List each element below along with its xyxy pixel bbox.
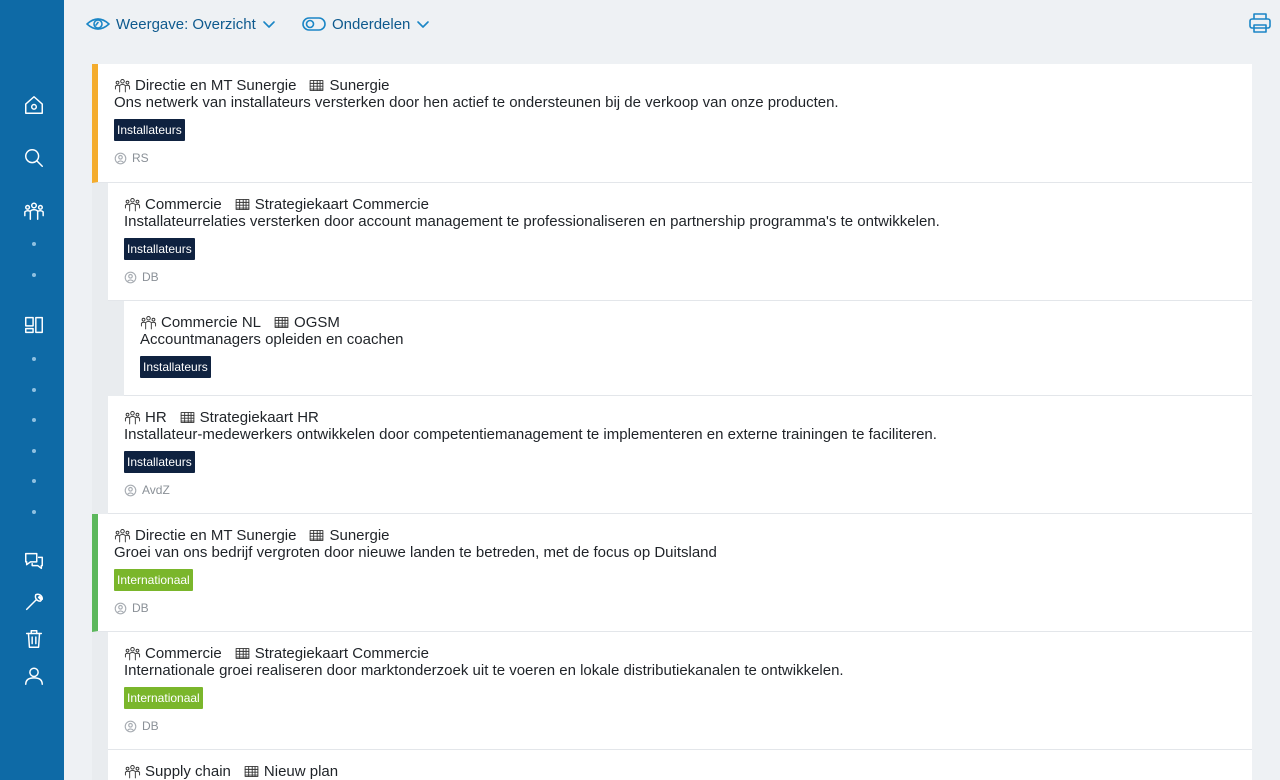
goal-owner: AvdZ	[124, 483, 937, 497]
goal-card[interactable]: Commercie NL OGSM Accountmanagers opleid…	[124, 301, 1252, 396]
sidebar-subitem-dot[interactable]	[32, 449, 36, 453]
home-icon[interactable]	[20, 91, 48, 119]
goal-team: HR	[145, 408, 167, 426]
goal-card[interactable]: Commercie Strategiekaart Commercie Insta…	[108, 183, 1252, 301]
goal-owner: DB	[124, 719, 844, 733]
eye-icon	[86, 18, 110, 30]
user-circle-icon	[114, 602, 127, 614]
goal-tag: Installateurs	[114, 119, 185, 141]
toggle-icon	[302, 17, 326, 31]
user-circle-icon	[124, 484, 137, 496]
goal-description: Installateurrelaties versterken door acc…	[124, 213, 940, 230]
goal-owner-initials: DB	[132, 601, 149, 615]
chat-icon[interactable]	[20, 547, 48, 575]
table-icon	[310, 529, 324, 541]
parts-selector-label: Onderdelen	[332, 15, 411, 33]
goal-description: Groei van ons bedrijf vergroten door nie…	[114, 544, 717, 561]
goal-plan: Sunergie	[329, 76, 390, 94]
sidebar-subitem-dot[interactable]	[32, 357, 36, 361]
goal-owner-initials: RS	[132, 151, 149, 165]
search-icon[interactable]	[20, 144, 48, 172]
sidebar-subitem-dot[interactable]	[32, 510, 36, 514]
goal-description: Installateur-medewerkers ontwikkelen doo…	[124, 426, 937, 443]
goal-tag: Installateurs	[140, 356, 211, 378]
user-icon[interactable]	[20, 662, 48, 690]
view-selector[interactable]: Weergave: Overzicht	[86, 12, 276, 36]
sidebar-subitem-dot[interactable]	[32, 479, 36, 483]
sidebar-subitem-dot[interactable]	[32, 273, 36, 277]
goal-owner-initials: AvdZ	[142, 483, 170, 497]
print-icon	[1249, 13, 1271, 33]
goal-owner-initials: DB	[142, 270, 159, 284]
wrench-icon[interactable]	[20, 588, 48, 616]
chevron-down-icon	[262, 21, 275, 28]
goal-tag: Internationaal	[124, 687, 203, 709]
goal-card[interactable]: Directie en MT Sunergie Sunergie Ons net…	[92, 64, 1252, 183]
goal-card[interactable]: Commercie Strategiekaart Commercie Inter…	[108, 632, 1252, 750]
table-icon	[235, 647, 250, 659]
sidebar-subitem-dot[interactable]	[32, 388, 36, 392]
goal-plan: Sunergie	[329, 526, 390, 544]
indent-strip	[108, 301, 124, 396]
goal-description: Ons netwerk van installateurs versterken…	[114, 94, 839, 111]
view-selector-label: Weergave: Overzicht	[116, 15, 256, 33]
goal-card[interactable]: Directie en MT Sunergie Sunergie Groei v…	[92, 514, 1252, 632]
sidebar	[0, 0, 64, 780]
team-icon	[124, 764, 141, 778]
table-icon	[235, 198, 250, 210]
indent-strip	[92, 182, 108, 514]
sidebar-subitem-dot[interactable]	[32, 418, 36, 422]
goal-plan: Nieuw plan	[263, 762, 339, 780]
goal-owner-initials: DB	[142, 719, 159, 733]
team-icon	[114, 78, 131, 92]
goal-owner: DB	[124, 270, 940, 284]
goal-team: Commercie	[145, 195, 222, 213]
indent-strip	[92, 632, 108, 780]
goal-owner: RS	[114, 151, 839, 165]
table-icon	[274, 316, 289, 328]
trash-icon[interactable]	[20, 625, 48, 653]
sidebar-subitem-dot[interactable]	[32, 242, 36, 246]
goal-tag: Internationaal	[114, 569, 193, 591]
user-circle-icon	[114, 152, 127, 164]
table-icon	[244, 765, 259, 777]
goal-list: Directie en MT Sunergie Sunergie Ons net…	[92, 64, 1252, 780]
goal-plan: OGSM	[294, 313, 340, 331]
goal-description: Internationale groei realiseren door mar…	[124, 662, 844, 679]
goal-description: Accountmanagers opleiden en coachen	[140, 331, 404, 348]
team-icon	[124, 410, 141, 424]
goal-plan: Strategiekaart Commercie	[254, 644, 429, 662]
chevron-down-icon	[417, 21, 430, 28]
user-circle-icon	[124, 271, 137, 283]
goal-plan: Strategiekaart HR	[199, 408, 319, 426]
table-icon	[310, 79, 324, 91]
goal-card[interactable]: Supply chain Nieuw plan	[108, 750, 1252, 780]
table-icon	[180, 411, 195, 423]
team-icon	[124, 197, 141, 211]
team-icon	[114, 528, 131, 542]
dashboard-icon[interactable]	[20, 311, 48, 339]
user-circle-icon	[124, 720, 137, 732]
goal-plan: Strategiekaart Commercie	[254, 195, 429, 213]
goal-team: Directie en MT Sunergie	[135, 526, 297, 544]
goal-team: Commercie NL	[161, 313, 262, 331]
goal-team: Supply chain	[145, 762, 231, 780]
toolbar: Weergave: Overzicht Onderdelen	[64, 0, 1280, 48]
print-button[interactable]	[1248, 11, 1274, 37]
goal-tag: Installateurs	[124, 451, 195, 473]
goal-team: Directie en MT Sunergie	[135, 76, 297, 94]
goal-tag: Installateurs	[124, 238, 195, 260]
team-icon	[124, 646, 141, 660]
team-icon	[140, 315, 157, 329]
goal-owner: DB	[114, 601, 717, 615]
goal-card[interactable]: HR Strategiekaart HR Installateur-medewe…	[108, 396, 1252, 514]
goal-team: Commercie	[145, 644, 222, 662]
team-icon[interactable]	[20, 197, 48, 225]
parts-selector[interactable]: Onderdelen	[302, 12, 430, 36]
